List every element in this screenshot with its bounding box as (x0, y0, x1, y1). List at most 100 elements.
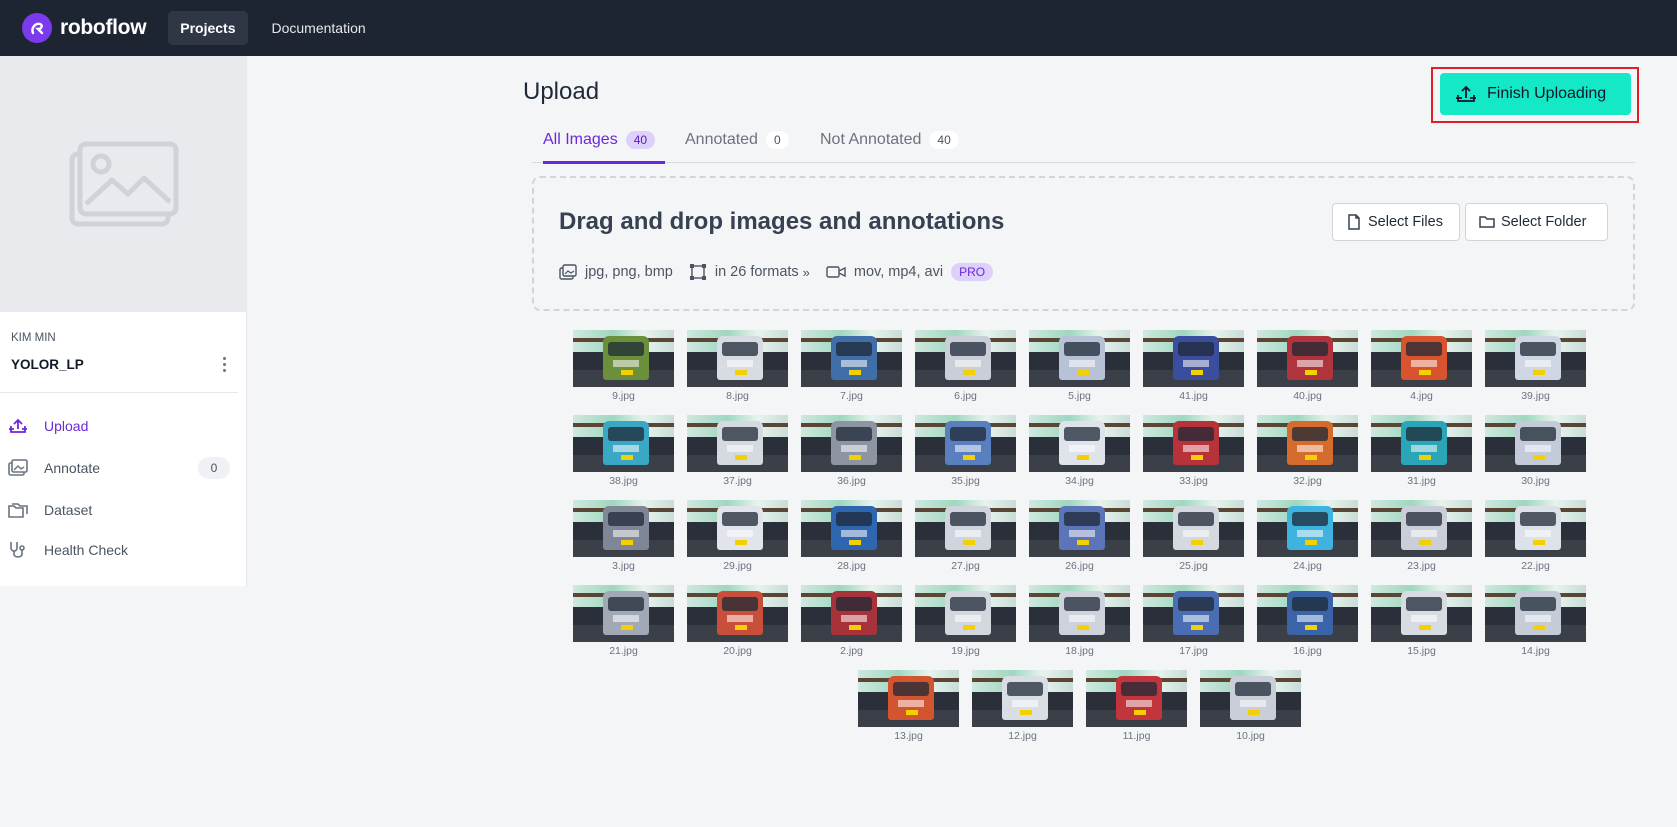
tab-label: Annotated (685, 131, 758, 148)
truck-photo (1029, 415, 1130, 472)
tab-count-badge: 40 (929, 131, 959, 149)
project-menu-icon[interactable] (216, 355, 232, 373)
image-thumbnail[interactable]: 36.jpg (801, 415, 902, 489)
truck-photo (972, 670, 1073, 727)
sidebar-item-label: Annotate (44, 460, 101, 476)
truck-photo (687, 415, 788, 472)
sidebar-item-health-check[interactable]: Health Check (0, 532, 238, 568)
image-thumbnail[interactable]: 11.jpg (1086, 670, 1187, 744)
image-thumbnail[interactable]: 15.jpg (1371, 585, 1472, 659)
image-thumbnail[interactable]: 6.jpg (915, 330, 1016, 404)
image-thumbnail[interactable]: 34.jpg (1029, 415, 1130, 489)
image-thumbnail[interactable]: 17.jpg (1143, 585, 1244, 659)
image-tabs: All Images 40 Annotated 0 Not Annotated … (532, 118, 1635, 164)
truck-photo (915, 585, 1016, 642)
image-thumbnail[interactable]: 39.jpg (1485, 330, 1586, 404)
image-filename: 16.jpg (1293, 645, 1322, 657)
image-thumbnail[interactable]: 37.jpg (687, 415, 788, 489)
truck-photo (915, 330, 1016, 387)
truck-photo (801, 585, 902, 642)
image-thumbnail[interactable]: 13.jpg (858, 670, 959, 744)
image-filename: 4.jpg (1410, 390, 1433, 402)
tab-count-badge: 0 (765, 131, 789, 149)
bounding-box-icon (689, 264, 706, 280)
select-folder-button[interactable]: Select Folder (1465, 203, 1608, 241)
folders-icon (8, 503, 28, 518)
image-thumbnail[interactable]: 23.jpg (1371, 500, 1472, 574)
image-thumbnail[interactable]: 27.jpg (915, 500, 1016, 574)
sidebar-item-dataset[interactable]: Dataset (0, 492, 238, 528)
image-thumbnail[interactable]: 28.jpg (801, 500, 902, 574)
image-thumbnail[interactable]: 41.jpg (1143, 330, 1244, 404)
nav-documentation[interactable]: Documentation (260, 11, 378, 45)
image-thumbnail[interactable]: 8.jpg (687, 330, 788, 404)
truck-photo (1257, 330, 1358, 387)
sidebar: KIM MIN YOLOR_LP Upload Annotate 0 Datas… (0, 56, 247, 586)
tab-not-annotated[interactable]: Not Annotated 40 (820, 118, 959, 162)
annotation-formats-link[interactable]: 26 formats (730, 264, 799, 280)
image-thumbnail[interactable]: 9.jpg (573, 330, 674, 404)
image-thumbnail[interactable]: 5.jpg (1029, 330, 1130, 404)
image-filename: 5.jpg (1068, 390, 1091, 402)
images-icon (559, 264, 577, 280)
image-filename: 36.jpg (837, 475, 866, 487)
project-owner: KIM MIN (11, 332, 56, 344)
image-thumbnail[interactable]: 3.jpg (573, 500, 674, 574)
image-filename: 13.jpg (894, 730, 923, 742)
truck-photo (858, 670, 959, 727)
truck-photo (1143, 585, 1244, 642)
stethoscope-icon (10, 542, 25, 558)
image-thumbnail[interactable]: 31.jpg (1371, 415, 1472, 489)
supported-formats: jpg, png, bmp in 26 formats » mov, mp4, … (559, 263, 994, 281)
image-thumbnail[interactable]: 19.jpg (915, 585, 1016, 659)
image-filename: 38.jpg (609, 475, 638, 487)
image-thumbnail[interactable]: 40.jpg (1257, 330, 1358, 404)
sidebar-item-annotate[interactable]: Annotate 0 (0, 450, 238, 486)
truck-photo (1257, 585, 1358, 642)
image-filename: 39.jpg (1521, 390, 1550, 402)
image-thumbnail[interactable]: 21.jpg (573, 585, 674, 659)
image-thumbnail[interactable]: 32.jpg (1257, 415, 1358, 489)
image-filename: 28.jpg (837, 560, 866, 572)
truck-photo (573, 415, 674, 472)
image-filename: 40.jpg (1293, 390, 1322, 402)
roboflow-logo[interactable]: roboflow (22, 13, 147, 43)
image-thumbnail[interactable]: 16.jpg (1257, 585, 1358, 659)
tab-all-images[interactable]: All Images 40 (543, 118, 666, 164)
truck-photo (1485, 500, 1586, 557)
image-thumbnail[interactable]: 2.jpg (801, 585, 902, 659)
image-thumbnail[interactable]: 38.jpg (573, 415, 674, 489)
truck-photo (801, 415, 902, 472)
image-thumbnail[interactable]: 10.jpg (1200, 670, 1301, 744)
image-thumbnail[interactable]: 33.jpg (1143, 415, 1244, 489)
image-thumbnail[interactable]: 20.jpg (687, 585, 788, 659)
sidebar-item-upload[interactable]: Upload (0, 408, 238, 444)
image-filename: 17.jpg (1179, 645, 1208, 657)
truck-photo (1143, 500, 1244, 557)
image-thumbnail[interactable]: 29.jpg (687, 500, 788, 574)
image-thumbnail[interactable]: 4.jpg (1371, 330, 1472, 404)
project-image-placeholder[interactable] (0, 56, 247, 312)
image-thumbnail[interactable]: 22.jpg (1485, 500, 1586, 574)
image-thumbnail[interactable]: 12.jpg (972, 670, 1073, 744)
select-folder-label: Select Folder (1501, 214, 1587, 230)
dropzone[interactable]: Drag and drop images and annotations Sel… (532, 176, 1635, 311)
image-filename: 25.jpg (1179, 560, 1208, 572)
project-name: YOLOR_LP (11, 357, 84, 372)
image-thumbnail[interactable]: 14.jpg (1485, 585, 1586, 659)
image-filename: 37.jpg (723, 475, 752, 487)
image-thumbnail[interactable]: 35.jpg (915, 415, 1016, 489)
finish-uploading-button[interactable]: Finish Uploading (1440, 73, 1631, 115)
image-thumbnail[interactable]: 7.jpg (801, 330, 902, 404)
image-filename: 8.jpg (726, 390, 749, 402)
tab-annotated[interactable]: Annotated 0 (685, 118, 789, 162)
image-thumbnail[interactable]: 18.jpg (1029, 585, 1130, 659)
image-thumbnail[interactable]: 25.jpg (1143, 500, 1244, 574)
image-thumbnail[interactable]: 26.jpg (1029, 500, 1130, 574)
image-thumbnail[interactable]: 30.jpg (1485, 415, 1586, 489)
image-thumbnail[interactable]: 24.jpg (1257, 500, 1358, 574)
select-files-button[interactable]: Select Files (1332, 203, 1460, 241)
nav-projects[interactable]: Projects (168, 11, 248, 45)
select-files-label: Select Files (1368, 214, 1443, 230)
image-filename: 14.jpg (1521, 645, 1550, 657)
